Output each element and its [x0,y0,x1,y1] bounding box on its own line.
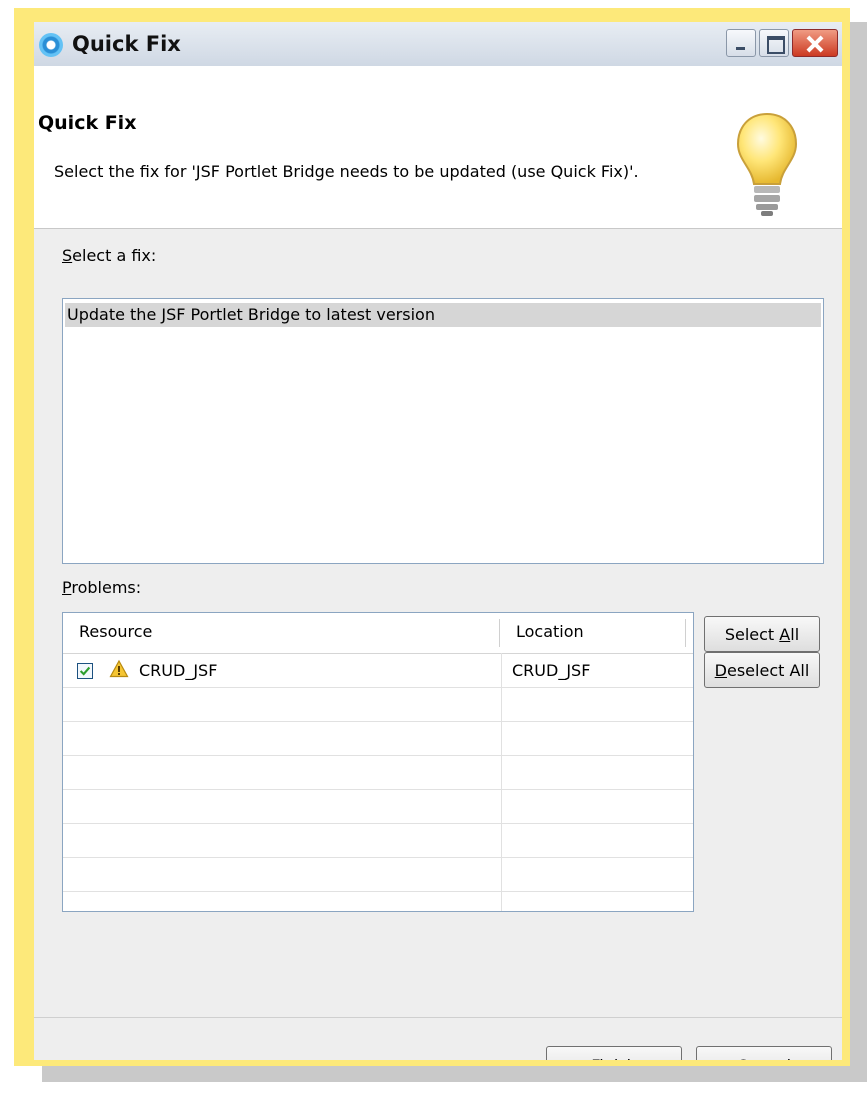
dialog-header: Quick Fix Select the fix for 'JSF Portle… [34,66,842,229]
row-gridline [63,755,693,756]
select-fix-label-text: elect a fix: [72,246,157,265]
app-icon [39,33,63,57]
problems-table[interactable]: Resource Location CRUD_JSF CRUD_JSF [62,612,694,912]
location-cell: CRUD_JSF [512,661,591,680]
header-title: Quick Fix [38,112,137,134]
problems-label: Problems: [62,578,141,597]
warning-icon [109,659,129,678]
fix-list[interactable]: Update the JSF Portlet Bridge to latest … [62,298,824,564]
table-header: Resource Location [63,613,693,654]
select-all-button[interactable]: Select All [704,616,820,652]
header-description: Select the fix for 'JSF Portlet Bridge n… [54,162,639,181]
select-all-suffix: ll [790,624,800,644]
finish-text: inish [599,1056,637,1061]
footer-separator [34,1017,842,1018]
quick-fix-dialog: Quick Fix Quick Fix Select the fix for '… [34,22,842,1060]
deselect-all-mnemonic: D [714,660,727,680]
row-gridline [63,721,693,722]
row-gridline [63,789,693,790]
problems-mnemonic: P [62,578,72,597]
lightbulb-icon [736,112,798,216]
column-divider[interactable] [499,619,500,647]
row-checkbox[interactable] [77,663,93,679]
row-gridline [63,823,693,824]
minimize-button[interactable] [726,29,756,57]
deselect-all-text: eselect All [727,660,810,680]
select-all-mnemonic: A [779,624,791,644]
problems-label-text: roblems: [71,578,142,597]
select-fix-label: Select a fix: [62,246,156,265]
maximize-button[interactable] [759,29,789,57]
title-bar[interactable]: Quick Fix [34,22,842,66]
select-fix-mnemonic: S [62,246,73,265]
column-gridline [501,653,502,911]
row-gridline [63,687,693,688]
row-gridline [63,857,693,858]
window-title: Quick Fix [72,32,181,56]
close-button[interactable] [792,29,838,57]
select-all-text: Select [724,624,780,644]
column-header-resource[interactable]: Resource [79,622,152,641]
column-divider[interactable] [685,619,686,647]
deselect-all-button[interactable]: Deselect All [704,652,820,688]
resource-cell: CRUD_JSF [139,661,218,680]
row-gridline [63,891,693,892]
fix-list-item[interactable]: Update the JSF Portlet Bridge to latest … [65,303,821,327]
finish-button[interactable]: Finish [546,1046,682,1060]
column-header-location[interactable]: Location [516,622,584,641]
cancel-button[interactable]: Cancel [696,1046,832,1060]
